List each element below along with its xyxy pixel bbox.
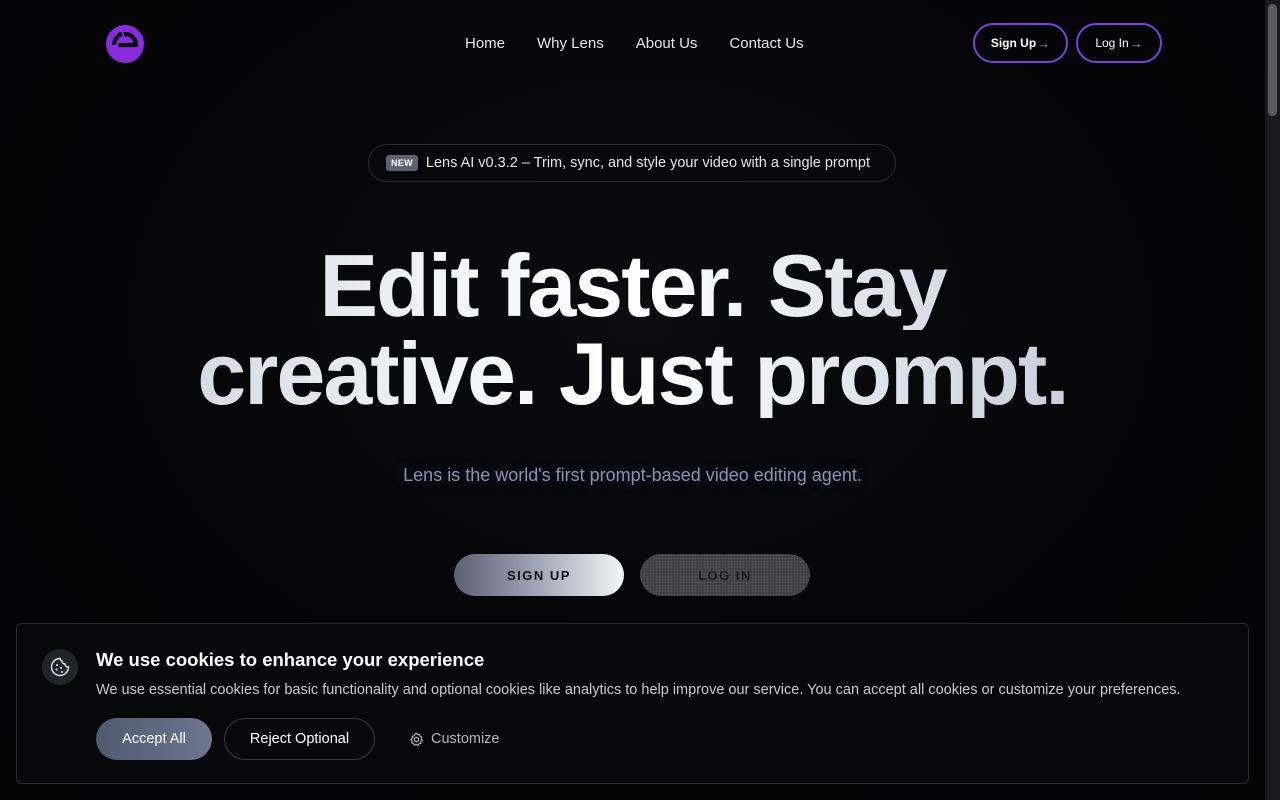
nav-contact-us-link[interactable]: Contact Us xyxy=(729,34,803,54)
header-sign-up-label: Sign Up xyxy=(990,36,1037,50)
header-sign-up-button[interactable]: Sign Up → xyxy=(973,23,1068,63)
lens-logo-icon[interactable] xyxy=(104,24,146,64)
arrow-right-icon: → xyxy=(1037,35,1051,51)
announcement-text: Lens AI v0.3.2 – Trim, sync, and style y… xyxy=(425,155,870,171)
page-scrollbar[interactable] xyxy=(1265,0,1280,800)
customize-button[interactable]: Customize xyxy=(403,718,503,760)
scrollbar-thumb[interactable] xyxy=(1268,4,1277,116)
reject-optional-button[interactable]: Reject Optional xyxy=(224,718,375,760)
nav-why-lens-link[interactable]: Why Lens xyxy=(537,34,604,54)
nav-home-link[interactable]: Home xyxy=(465,34,505,54)
landing-page: Home Why Lens About Us Contact Us Sign U… xyxy=(0,0,1280,800)
customize-label: Customize xyxy=(431,731,500,747)
gear-icon xyxy=(409,732,424,747)
hero-log-in-button[interactable]: LOG IN xyxy=(640,554,810,596)
cookie-icon xyxy=(42,649,78,685)
hero-headline-line-2: creative. Just prompt. xyxy=(0,330,1265,418)
header-log-in-button[interactable]: Log In → xyxy=(1076,23,1162,63)
accept-all-button[interactable]: Accept All xyxy=(96,718,212,760)
cookie-banner-title: We use cookies to enhance your experienc… xyxy=(96,649,485,670)
hero-headline: Edit faster. Stay creative. Just prompt. xyxy=(0,242,1265,418)
arrow-right-icon: → xyxy=(1129,35,1143,51)
cookie-banner-description: We use essential cookies for basic funct… xyxy=(96,682,1181,698)
announcement-pill[interactable]: NEW Lens AI v0.3.2 – Trim, sync, and sty… xyxy=(368,144,896,182)
hero-sign-up-button[interactable]: SIGN UP xyxy=(454,554,624,596)
header-log-in-label: Log In xyxy=(1095,36,1129,50)
nav-about-us-link[interactable]: About Us xyxy=(636,34,698,54)
main-nav: Home Why Lens About Us Contact Us xyxy=(465,34,836,54)
new-badge: NEW xyxy=(386,155,418,171)
hero-subtitle: Lens is the world's first prompt-based v… xyxy=(403,465,862,485)
cookie-banner: We use cookies to enhance your experienc… xyxy=(16,623,1249,784)
hero-headline-line-1: Edit faster. Stay xyxy=(0,242,1265,330)
